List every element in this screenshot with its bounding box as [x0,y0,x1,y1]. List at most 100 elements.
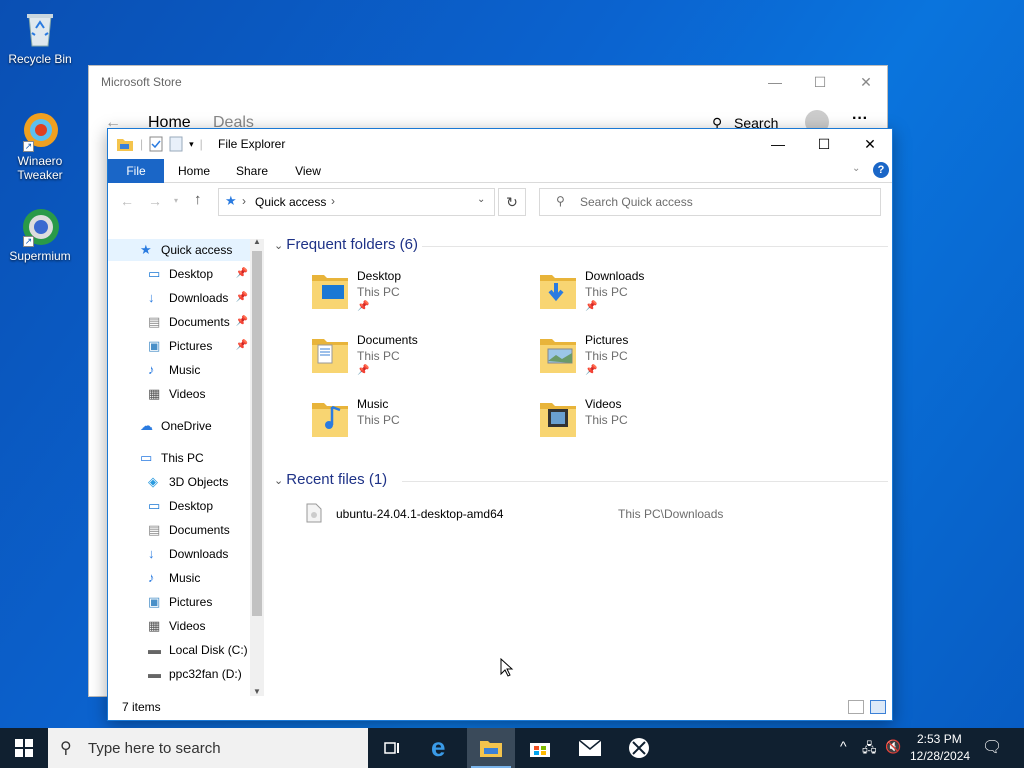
sidebar-item[interactable]: ◈ 3D Objects [108,471,250,493]
mail-taskbar-button[interactable] [566,728,614,768]
sidebar-item[interactable]: ↓ Downloads [108,543,250,565]
sidebar-item-label: Documents [169,315,230,329]
pin-icon: 📌 [235,340,248,351]
sidebar-item[interactable]: ▭ This PC [108,447,250,469]
recent-locations-icon[interactable]: ▾ [174,196,178,205]
folder-tile[interactable]: Documents This PC 📌 [310,333,530,393]
sidebar-item[interactable]: ▣ Pictures [108,591,250,613]
recent-files-header[interactable]: ⌄ Recent files (1) [274,471,888,488]
desktop-icon-recycle-bin[interactable]: Recycle Bin [0,8,80,66]
customize-toolbar-icon[interactable]: ▾ [189,139,194,150]
tab-home[interactable]: Home [168,159,220,183]
edge-taskbar-button[interactable]: e [418,728,466,768]
folder-icon [540,339,576,373]
forward-button[interactable]: → [148,193,162,209]
folder-icon [540,403,576,437]
folder-location: This PC [585,349,628,363]
sidebar-item[interactable]: ♪ Music [108,359,250,381]
minimize-button[interactable]: — [765,72,785,92]
folder-location: This PC [357,413,400,427]
sidebar-item[interactable]: ▦ Videos [108,615,250,637]
folder-name: Desktop [357,269,402,283]
maximize-button[interactable]: ☐ [801,129,847,159]
sidebar-item[interactable]: ☁ OneDrive [108,415,250,437]
desktop-icon-winaero-tweaker[interactable]: ↗ Winaero Tweaker [0,110,80,182]
xbox-icon [629,738,649,758]
up-button[interactable]: ↑ [194,191,202,208]
new-folder-icon[interactable] [169,136,183,152]
sidebar-item-label: Local Disk (C:) [169,643,248,657]
help-icon[interactable]: ? [873,162,889,178]
sidebar-item-label: Music [169,363,201,377]
clock-time[interactable]: 2:53 PM [917,732,962,746]
desktop-icon-supermium[interactable]: ↗ Supermium [0,205,80,263]
desktop-icon-label: Winaero Tweaker [17,154,63,182]
folder-tile[interactable]: Pictures This PC 📌 [538,333,758,393]
clock-date[interactable]: 12/28/2024 [910,749,970,763]
documents-icon: ▤ [148,522,161,537]
properties-icon[interactable] [149,136,163,152]
large-icons-view-icon[interactable] [870,700,886,714]
close-button[interactable]: ✕ [847,129,893,159]
folder-tile[interactable]: Music This PC [310,397,530,457]
tab-share[interactable]: Share [226,159,278,183]
store-taskbar-button[interactable] [516,728,564,768]
store-bag-icon [530,743,550,757]
sidebar-item-label: OneDrive [161,419,212,433]
taskbar-search-box[interactable]: ⚲ Type here to search [48,728,368,768]
address-bar[interactable]: ★ › Quick access › ⌄ [218,188,495,216]
videos-icon: ▦ [148,618,161,633]
folder-tile[interactable]: Desktop This PC 📌 [310,269,530,329]
sidebar-item[interactable]: ★ Quick access [108,239,250,261]
xbox-taskbar-button[interactable] [615,728,663,768]
address-dropdown-icon[interactable]: ⌄ [477,194,485,205]
cube-icon: ◈ [148,474,158,489]
notifications-icon[interactable]: 🗨 [982,737,1002,757]
sidebar-item[interactable]: ▣ Pictures 📌 [108,335,250,357]
show-hidden-icons-icon[interactable]: ^ [840,738,847,754]
sidebar-item[interactable]: ♪ Music [108,567,250,589]
search-icon: ⚲ [556,194,565,208]
sidebar-item-label: Documents [169,523,230,537]
sidebar-item[interactable]: ↓ Downloads 📌 [108,287,250,309]
scrollbar-thumb[interactable] [252,251,262,616]
sidebar-item[interactable]: ▭ Desktop 📌 [108,263,250,285]
folder-tile[interactable]: Videos This PC [538,397,758,457]
videos-icon: ▦ [148,386,161,401]
sidebar-item-label: Pictures [169,595,213,609]
frequent-folders-header[interactable]: ⌄ Frequent folders (6) [274,236,888,253]
refresh-button[interactable]: ↻ [498,188,526,216]
sidebar-item[interactable]: ▭ Desktop [108,495,250,517]
sidebar-item[interactable]: ▤ Documents [108,519,250,541]
start-button[interactable] [0,728,48,768]
search-placeholder: Search Quick access [580,195,693,209]
close-button[interactable]: ✕ [856,72,876,92]
sidebar-item[interactable]: ▦ Videos [108,383,250,405]
network-icon[interactable]: 🖧 [862,739,877,761]
tab-view[interactable]: View [284,159,332,183]
shortcut-arrow-icon: ↗ [23,141,34,152]
back-button[interactable]: ← [120,193,134,209]
folder-tile[interactable]: Downloads This PC 📌 [538,269,758,329]
supermium-icon: ↗ [19,205,61,247]
explorer-title: File Explorer [218,137,286,151]
maximize-button[interactable]: ☐ [810,72,830,92]
nav-scrollbar[interactable]: ▲ ▼ [250,237,264,696]
address-crumb[interactable]: Quick access [255,195,326,209]
documents-icon: ▤ [148,314,161,329]
list-item[interactable]: ubuntu-24.04.1-desktop-amd64 This PC\Dow… [304,503,864,525]
expand-ribbon-icon[interactable]: ⌄ [852,163,860,174]
minimize-button[interactable]: — [755,129,801,159]
details-view-icon[interactable] [848,700,864,714]
more-menu-button[interactable]: ··· [852,110,868,128]
tab-file[interactable]: File [108,159,164,183]
sidebar-item[interactable]: ▬ ppc32fan (D:) [108,663,250,685]
sidebar-item-label: ppc32fan (D:) [169,667,242,681]
task-view-button[interactable] [368,728,416,768]
folder-name: Videos [585,397,622,411]
search-input[interactable]: ⚲ Search Quick access [539,188,881,216]
file-explorer-taskbar-button[interactable] [467,728,515,768]
sidebar-item[interactable]: ▤ Documents 📌 [108,311,250,333]
volume-muted-icon[interactable]: 🔇 [885,739,901,755]
sidebar-item[interactable]: ▬ Local Disk (C:) [108,639,250,661]
